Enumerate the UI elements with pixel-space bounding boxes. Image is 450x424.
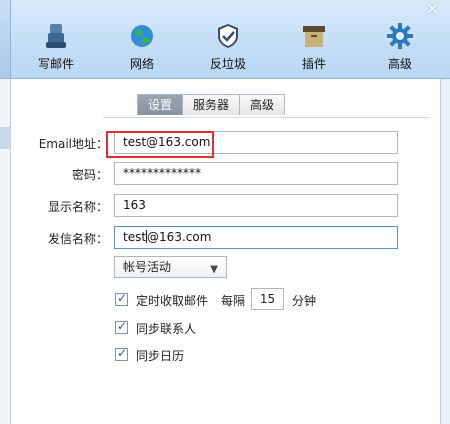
toolbar-advanced-button[interactable]: 高级 xyxy=(370,22,430,74)
shield-icon xyxy=(218,24,238,48)
sender-name-label: 发信名称： xyxy=(47,232,108,246)
sync-calendar-checkbox[interactable] xyxy=(115,346,128,361)
settings-tabs: 设置 服务器 高级 xyxy=(137,94,286,116)
sender-name-text-end: @163.com xyxy=(147,230,212,244)
globe-icon xyxy=(131,25,153,47)
toolbar-compose-label: 写邮件 xyxy=(37,57,74,71)
password-label: 密码： xyxy=(71,168,108,182)
toolbar-network-button[interactable]: 网络 xyxy=(112,22,172,74)
close-icon[interactable]: × xyxy=(425,0,440,19)
tab-advanced[interactable]: 高级 xyxy=(239,94,286,115)
toolbar-compose-button[interactable]: 写邮件 xyxy=(26,22,86,74)
tab-divider xyxy=(103,117,430,118)
toolbar-network-label: 网络 xyxy=(129,57,154,71)
tab-settings[interactable]: 设置 xyxy=(137,94,184,115)
sync-contacts-label: 同步联系人 xyxy=(136,322,197,336)
interval-prefix: 每隔 xyxy=(221,294,246,308)
auto-receive-checkbox[interactable] xyxy=(115,291,128,306)
account-status-value: 帐号活动 xyxy=(123,260,172,274)
interval-unit: 分钟 xyxy=(292,294,317,308)
interval-input[interactable]: 15 xyxy=(251,288,284,310)
display-name-field[interactable]: 163 xyxy=(114,194,398,217)
toolbar-antispam-label: 反垃圾 xyxy=(209,57,246,71)
sender-name-field[interactable]: test@163.com xyxy=(114,226,398,249)
toolbar-antispam-button[interactable]: 反垃圾 xyxy=(198,22,258,74)
toolbar-plugin-button[interactable]: 插件 xyxy=(284,22,344,74)
tab-server[interactable]: 服务器 xyxy=(182,94,241,115)
email-label: Email地址： xyxy=(38,137,108,151)
plugin-box-icon xyxy=(303,26,325,47)
gear-icon xyxy=(387,23,413,49)
compose-icon xyxy=(46,24,66,48)
auto-receive-label: 定时收取邮件 xyxy=(136,294,209,308)
toolbar-left-edge xyxy=(0,0,11,78)
right-scroll-edge xyxy=(440,79,450,424)
toolbar-plugin-label: 插件 xyxy=(301,57,326,71)
chevron-down-icon: ▼ xyxy=(210,264,218,275)
sync-calendar-label: 同步日历 xyxy=(136,349,185,363)
toolbar-advanced-label: 高级 xyxy=(387,57,412,71)
display-name-label: 显示名称： xyxy=(47,200,108,214)
account-status-select[interactable]: 帐号活动 ▼ xyxy=(114,256,227,278)
left-sidebar xyxy=(0,79,11,424)
sync-contacts-checkbox[interactable] xyxy=(115,319,128,334)
sender-name-text-start: test xyxy=(123,230,147,244)
password-field[interactable]: ************* xyxy=(114,162,398,185)
sidebar-selected-item[interactable] xyxy=(0,127,10,149)
toolbar: × 写邮件 网络 反垃圾 插件 高级 xyxy=(0,0,450,79)
highlight-box xyxy=(106,131,214,158)
